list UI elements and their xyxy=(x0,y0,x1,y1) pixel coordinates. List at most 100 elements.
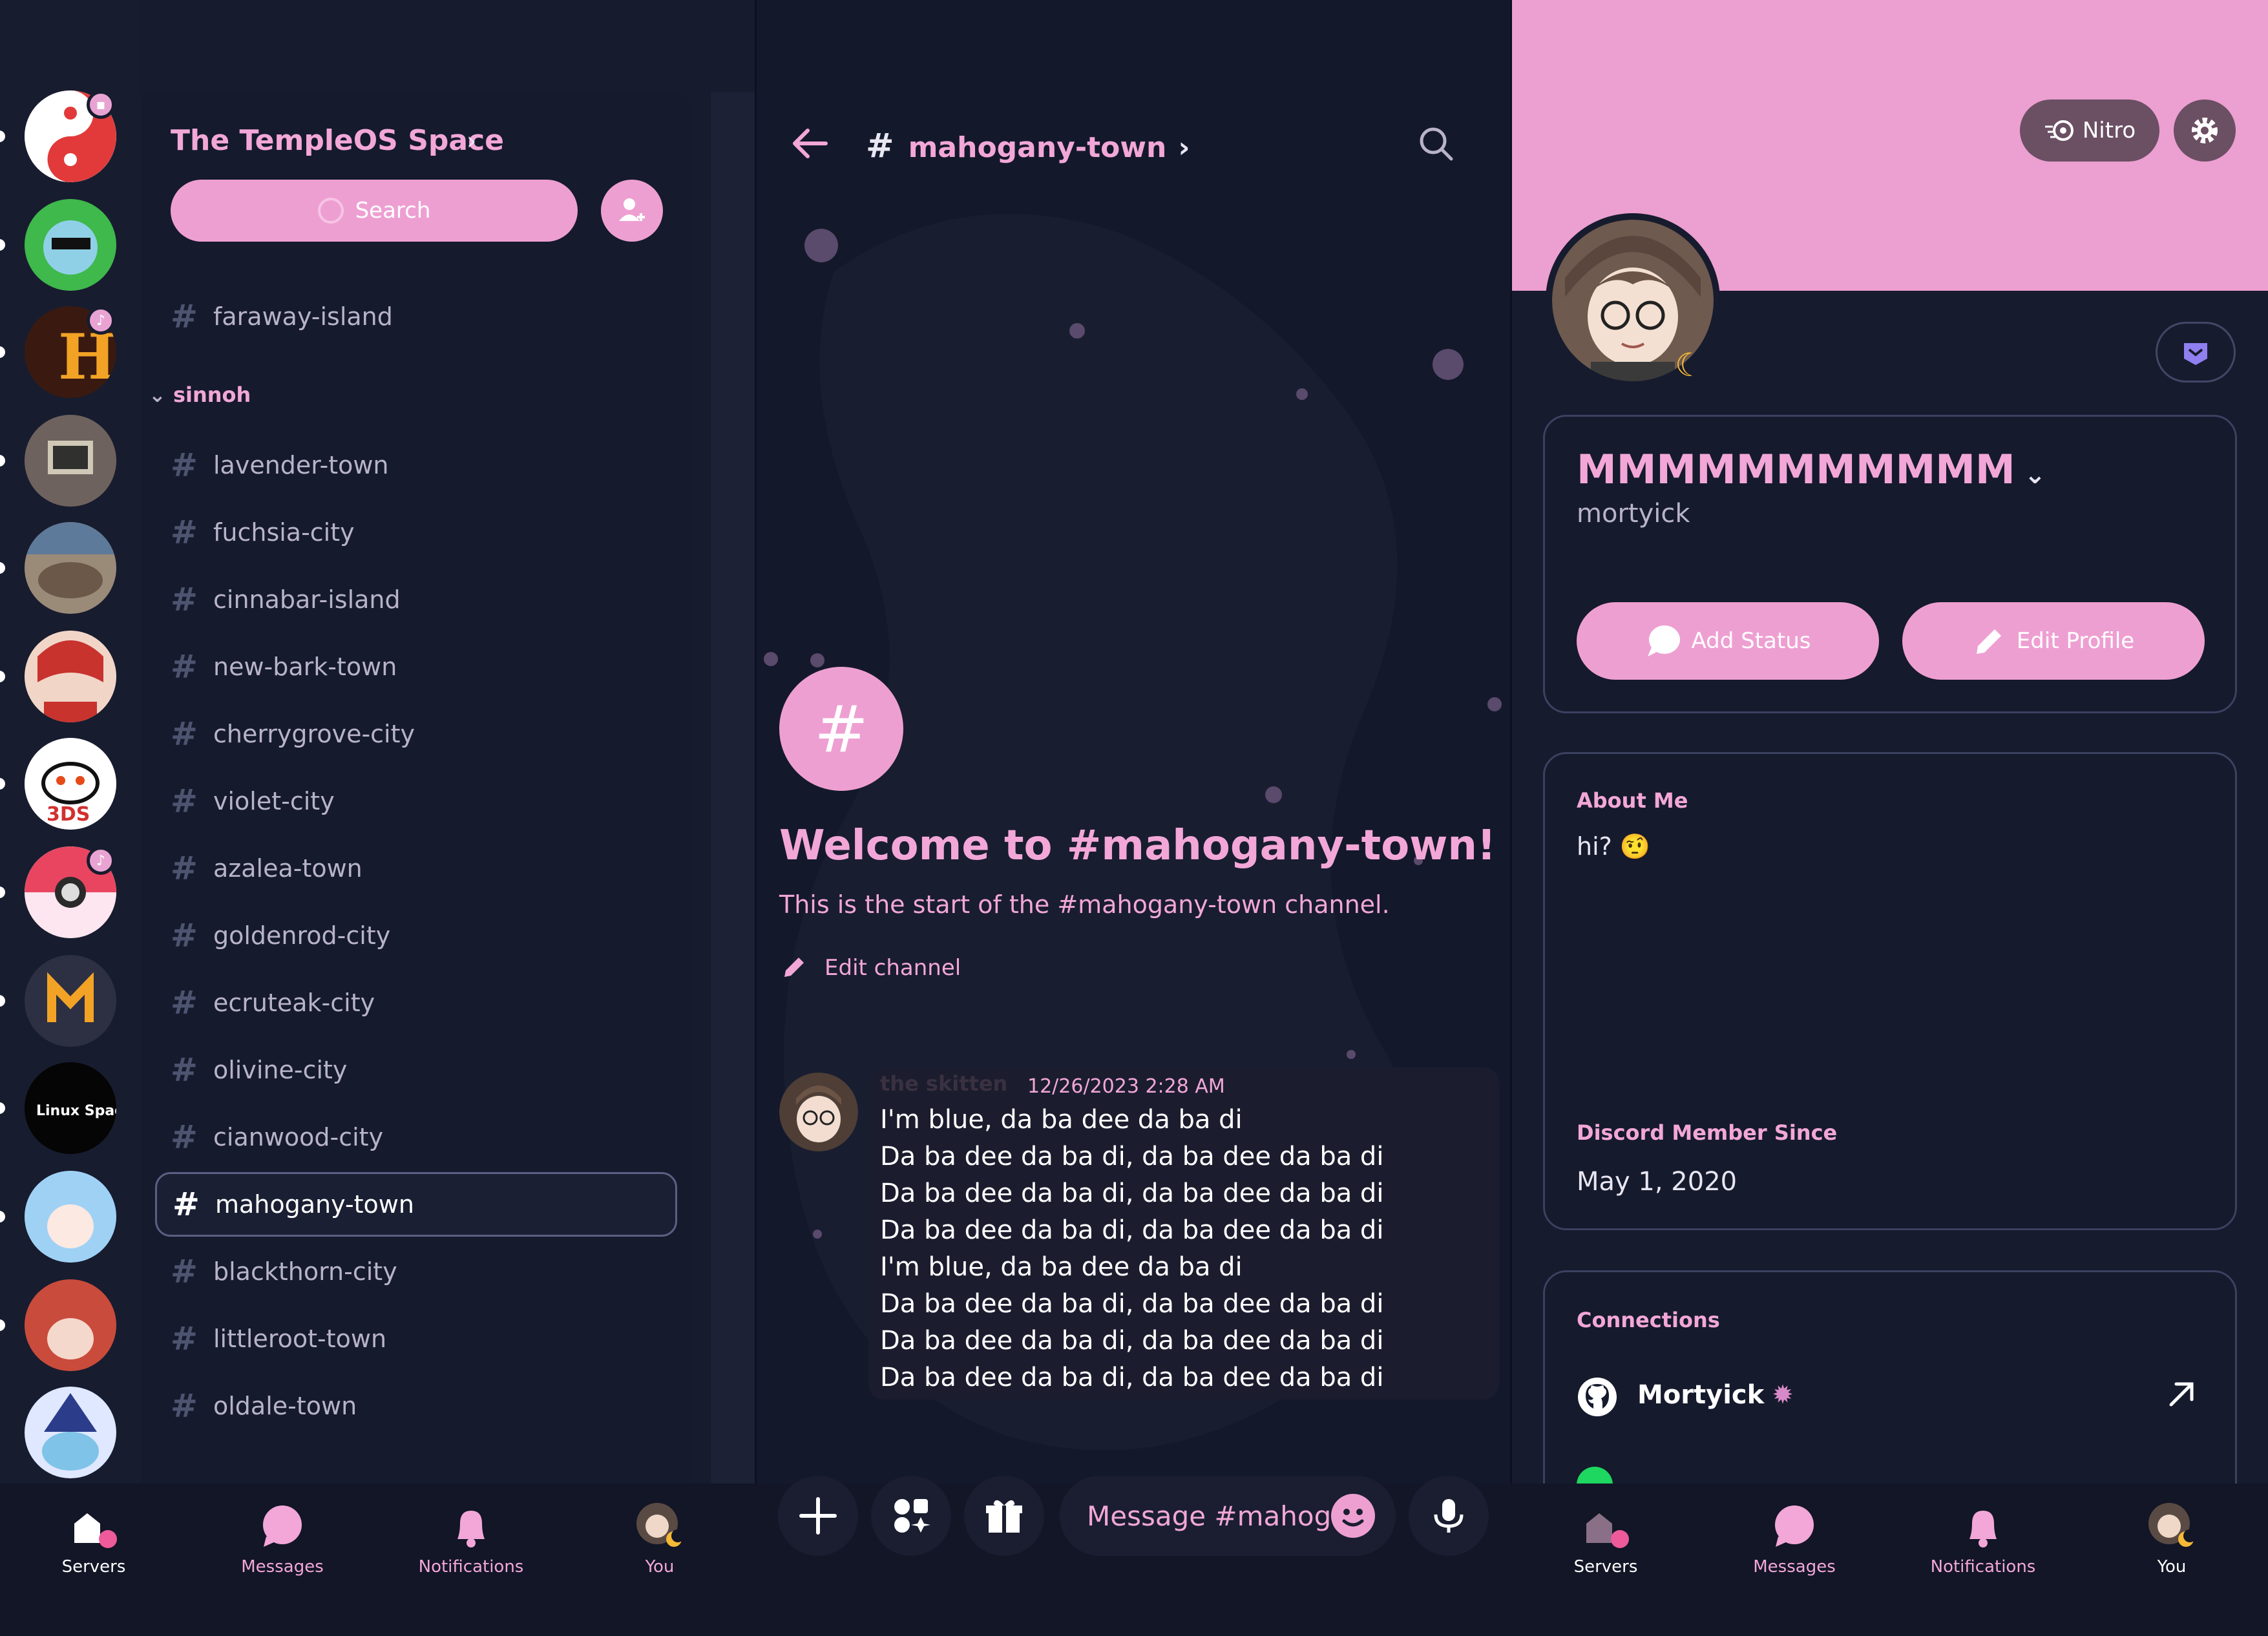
message-placeholder: Message #mahog... xyxy=(1087,1500,1358,1532)
server-icon-rick[interactable] xyxy=(25,199,116,291)
channel-label: ecruteak-city xyxy=(213,989,375,1017)
hash-icon: # xyxy=(171,1051,198,1089)
nav-label: Messages xyxy=(1753,1557,1836,1577)
avatar xyxy=(2148,1503,2196,1547)
chevron-right-icon[interactable]: › xyxy=(467,127,476,155)
message-line: Da ba dee da ba di, da ba dee da ba di xyxy=(880,1215,1384,1245)
chevron-down-icon: ⌄ xyxy=(2024,460,2046,490)
nitro-icon xyxy=(2044,120,2074,141)
nav-label: Servers xyxy=(61,1557,126,1577)
edit-profile-button[interactable]: Edit Profile xyxy=(1902,602,2205,680)
nav-messages[interactable]: Messages xyxy=(208,1498,357,1577)
channel-violet-city[interactable]: # violet-city xyxy=(155,769,677,834)
attach-button[interactable] xyxy=(778,1476,858,1556)
search-icon[interactable] xyxy=(1415,123,1456,167)
invite-members-button[interactable] xyxy=(601,180,663,242)
bell-icon xyxy=(457,1511,485,1547)
hash-icon: # xyxy=(171,715,198,753)
server-icon-blue-hair[interactable] xyxy=(25,1171,116,1263)
spotify-icon xyxy=(1577,1467,1613,1484)
edit-channel-link[interactable]: Edit channel xyxy=(779,954,961,982)
channel-olivine-city[interactable]: # olivine-city xyxy=(155,1038,677,1102)
channel-label: mahogany-town xyxy=(215,1190,414,1219)
hash-icon: # xyxy=(173,1186,200,1223)
add-user-icon xyxy=(619,198,645,221)
idle-status-icon: ☾ xyxy=(1675,346,1704,384)
about-card xyxy=(1543,752,2237,1230)
channel-littleroot-town[interactable]: # littleroot-town xyxy=(155,1306,677,1371)
hash-icon: # xyxy=(171,1253,198,1290)
back-arrow-icon[interactable] xyxy=(790,123,831,167)
gift-icon xyxy=(986,1500,1022,1533)
messages-icon xyxy=(263,1505,302,1547)
message-author[interactable]: the skitten xyxy=(880,1071,1007,1096)
gift-button[interactable] xyxy=(964,1476,1044,1556)
github-icon xyxy=(1577,1376,1618,1420)
apps-button[interactable] xyxy=(871,1476,951,1556)
server-title[interactable]: The TempleOS Space xyxy=(171,124,504,157)
nav-you[interactable]: You xyxy=(585,1498,734,1577)
edit-channel-label: Edit channel xyxy=(824,955,961,981)
nav-servers[interactable]: Servers xyxy=(19,1498,168,1577)
channel-new-bark-town[interactable]: # new-bark-town xyxy=(155,634,677,699)
channel-cinnabar-island[interactable]: # cinnabar-island xyxy=(155,567,677,632)
channel-mahogany-town[interactable]: # mahogany-town xyxy=(155,1172,677,1237)
nav-servers[interactable]: Servers xyxy=(1531,1498,1680,1577)
avatar[interactable] xyxy=(779,1073,858,1151)
channel-cherrygrove-city[interactable]: # cherrygrove-city xyxy=(155,702,677,766)
add-status-button[interactable]: Add Status xyxy=(1577,602,1879,680)
avatar xyxy=(636,1503,684,1547)
channel-lavender-town[interactable]: # lavender-town xyxy=(155,433,677,498)
channel-hash-icon: # xyxy=(779,667,903,791)
server-icon-linux-space[interactable]: Linux Space xyxy=(25,1062,116,1154)
nav-notifications[interactable]: Notifications xyxy=(397,1498,545,1577)
hash-icon: # xyxy=(171,446,198,484)
server-icon-anime[interactable] xyxy=(25,631,116,722)
channel-faraway-island[interactable]: # faraway-island xyxy=(155,284,677,349)
server-icon-wizard[interactable] xyxy=(25,1387,116,1478)
svg-text:3DS: 3DS xyxy=(47,803,90,826)
settings-button[interactable] xyxy=(2174,100,2236,162)
channel-ecruteak-city[interactable]: # ecruteak-city xyxy=(155,970,677,1035)
nav-notifications[interactable]: Notifications xyxy=(1909,1498,2057,1577)
emoji-button[interactable] xyxy=(1331,1494,1375,1538)
channel-label: cherrygrove-city xyxy=(213,720,415,748)
channel-blackthorn-city[interactable]: # blackthorn-city xyxy=(155,1239,677,1304)
display-name[interactable]: MMMMMMMMMMM ⌄ xyxy=(1577,446,2046,493)
channel-goldenrod-city[interactable]: # goldenrod-city xyxy=(155,903,677,968)
welcome-title: Welcome to #mahogany-town! xyxy=(779,822,1496,870)
nav-messages[interactable]: Messages xyxy=(1720,1498,1869,1577)
channel-oldale-town[interactable]: # oldale-town xyxy=(155,1374,677,1438)
channel-azalea-town[interactable]: # azalea-town xyxy=(155,836,677,901)
nitro-button[interactable]: Nitro xyxy=(2020,100,2159,162)
servers-icon xyxy=(74,1513,117,1548)
message-line: I'm blue, da ba dee da ba di xyxy=(880,1252,1243,1282)
server-icon-computer[interactable] xyxy=(25,415,116,507)
add-status-label: Add Status xyxy=(1691,628,1811,654)
server-icon-m[interactable] xyxy=(25,955,116,1047)
hash-icon: # xyxy=(171,1320,198,1358)
chat-bubble-icon xyxy=(1647,625,1680,656)
channel-label: goldenrod-city xyxy=(213,921,391,950)
pencil-icon xyxy=(784,958,804,977)
member-since-date: May 1, 2020 xyxy=(1577,1167,1738,1197)
hash-icon: # xyxy=(171,1118,198,1156)
nav-you[interactable]: You xyxy=(2097,1498,2246,1577)
welcome-subtitle: This is the start of the #mahogany-town … xyxy=(779,890,1390,919)
channel-fuchsia-city[interactable]: # fuchsia-city xyxy=(155,500,677,565)
apps-icon xyxy=(894,1499,930,1533)
voice-button[interactable] xyxy=(1409,1476,1489,1556)
server-icon-reddit-3ds[interactable]: 3DS xyxy=(25,738,116,830)
category-sinnoh[interactable]: ⌄ sinnoh xyxy=(149,383,251,407)
hash-icon: # xyxy=(171,782,198,820)
channel-header[interactable]: # mahogany-town › xyxy=(866,127,1190,165)
channel-label: new-bark-town xyxy=(213,653,397,681)
external-link-icon[interactable] xyxy=(2165,1378,2198,1414)
server-icon-red-hair[interactable] xyxy=(25,1279,116,1371)
search-button[interactable]: Search xyxy=(171,180,578,242)
connection-name[interactable]: Mortyick ✹ xyxy=(1637,1380,1794,1410)
svg-text:Linux Space: Linux Space xyxy=(36,1103,116,1119)
server-icon-cat[interactable] xyxy=(25,522,116,614)
channel-cianwood-city[interactable]: # cianwood-city xyxy=(155,1105,677,1169)
nitro-badge-button[interactable] xyxy=(2156,322,2236,383)
